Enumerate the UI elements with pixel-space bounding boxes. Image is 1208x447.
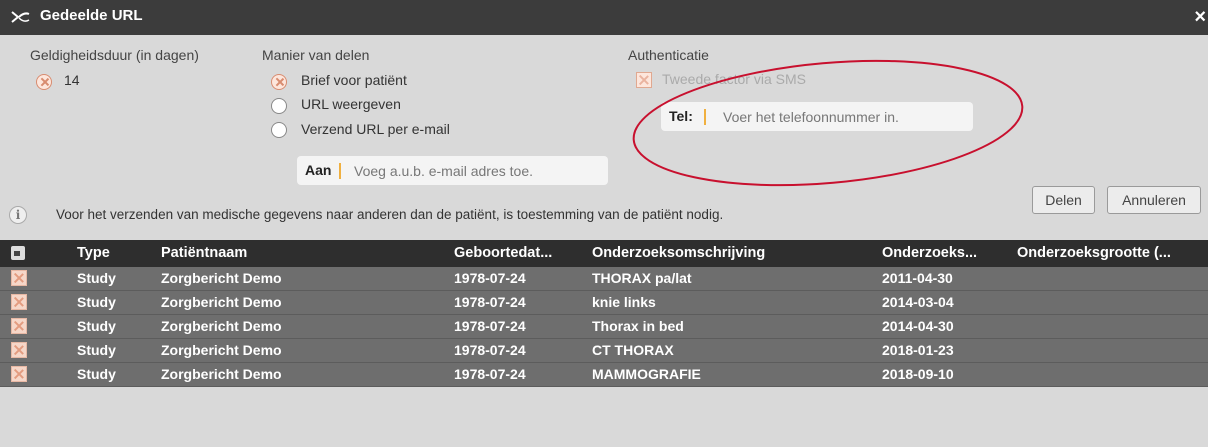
cell-type: Study — [77, 270, 116, 286]
cell-patient: Zorgbericht Demo — [161, 270, 282, 286]
cell-study-date: 2018-01-23 — [882, 342, 954, 358]
share-heading: Manier van delen — [262, 47, 370, 63]
phone-field-label: Tel: — [669, 108, 693, 124]
consent-notice: Voor het verzenden van medische gegevens… — [56, 207, 724, 222]
cell-study-date: 2014-03-04 — [882, 294, 954, 310]
cell-patient: Zorgbericht Demo — [161, 294, 282, 310]
validity-heading: Geldigheidsduur (in dagen) — [30, 47, 199, 63]
cell-type: Study — [77, 294, 116, 310]
validity-value: 14 — [64, 72, 80, 88]
cell-birthdate: 1978-07-24 — [454, 318, 526, 334]
column-header-study-date[interactable]: Onderzoeks... — [882, 240, 977, 267]
cell-birthdate: 1978-07-24 — [454, 270, 526, 286]
cancel-button[interactable]: Annuleren — [1107, 186, 1201, 214]
study-table: Type Patiëntnaam Geboortedat... Onderzoe… — [0, 240, 1208, 387]
table-header: Type Patiëntnaam Geboortedat... Onderzoe… — [0, 240, 1208, 267]
radio-brief[interactable] — [271, 74, 287, 90]
info-icon: i — [9, 206, 27, 224]
checkbox-x-icon[interactable] — [11, 366, 27, 382]
checkbox-x-icon[interactable] — [11, 270, 27, 286]
cell-birthdate: 1978-07-24 — [454, 342, 526, 358]
cell-description: THORAX pa/lat — [592, 270, 692, 286]
cell-description: Thorax in bed — [592, 318, 684, 334]
cell-description: CT THORAX — [592, 342, 674, 358]
table-row[interactable]: Study Zorgbericht Demo 1978-07-24 MAMMOG… — [0, 363, 1208, 387]
swoosh-logo-icon — [11, 11, 30, 23]
column-header-patient[interactable]: Patiëntnaam — [161, 240, 247, 267]
dialog-title: Gedeelde URL — [40, 7, 143, 24]
radio-email[interactable] — [271, 122, 287, 138]
email-field-label: Aan — [305, 162, 332, 178]
email-field-accent — [339, 163, 341, 179]
cell-patient: Zorgbericht Demo — [161, 318, 282, 334]
table-row[interactable]: Study Zorgbericht Demo 1978-07-24 CT THO… — [0, 339, 1208, 363]
cell-patient: Zorgbericht Demo — [161, 342, 282, 358]
close-icon[interactable]: × — [1194, 6, 1206, 29]
option-email-label: Verzend URL per e-mail — [301, 121, 450, 137]
table-row[interactable]: Study Zorgbericht Demo 1978-07-24 knie l… — [0, 291, 1208, 315]
column-header-type[interactable]: Type — [77, 240, 110, 267]
cell-description: MAMMOGRAFIE — [592, 366, 701, 382]
auth-heading: Authenticatie — [628, 47, 709, 63]
column-header-birthdate[interactable]: Geboortedat... — [454, 240, 552, 267]
email-field: Aan — [297, 156, 608, 185]
table-row[interactable]: Study Zorgbericht Demo 1978-07-24 THORAX… — [0, 267, 1208, 291]
checkbox-x-icon[interactable] — [11, 342, 27, 358]
checkbox-x-icon[interactable] — [11, 318, 27, 334]
cell-type: Study — [77, 318, 116, 334]
column-header-description[interactable]: Onderzoeksomschrijving — [592, 240, 765, 267]
validity-radio[interactable] — [36, 74, 52, 90]
share-button[interactable]: Delen — [1032, 186, 1095, 214]
cell-birthdate: 1978-07-24 — [454, 366, 526, 382]
phone-input[interactable] — [721, 105, 970, 129]
cell-study-date: 2018-09-10 — [882, 366, 954, 382]
sms-label: Tweede factor via SMS — [662, 71, 806, 87]
option-brief-label: Brief voor patiënt — [301, 72, 407, 88]
radio-url[interactable] — [271, 98, 287, 114]
option-url-label: URL weergeven — [301, 96, 401, 112]
cell-study-date: 2014-04-30 — [882, 318, 954, 334]
select-all-icon[interactable] — [11, 246, 25, 260]
email-input[interactable] — [352, 159, 606, 183]
cell-description: knie links — [592, 294, 656, 310]
cell-birthdate: 1978-07-24 — [454, 294, 526, 310]
cell-study-date: 2011-04-30 — [882, 270, 953, 286]
cell-type: Study — [77, 342, 116, 358]
cell-type: Study — [77, 366, 116, 382]
dialog-titlebar: Gedeelde URL × — [0, 0, 1208, 35]
phone-field: Tel: — [661, 102, 973, 131]
table-row[interactable]: Study Zorgbericht Demo 1978-07-24 Thorax… — [0, 315, 1208, 339]
column-header-study-size[interactable]: Onderzoeksgrootte (... — [1017, 240, 1171, 267]
cell-patient: Zorgbericht Demo — [161, 366, 282, 382]
checkbox-x-icon[interactable] — [11, 294, 27, 310]
sms-checkbox[interactable] — [636, 72, 652, 88]
phone-field-accent — [704, 109, 706, 125]
